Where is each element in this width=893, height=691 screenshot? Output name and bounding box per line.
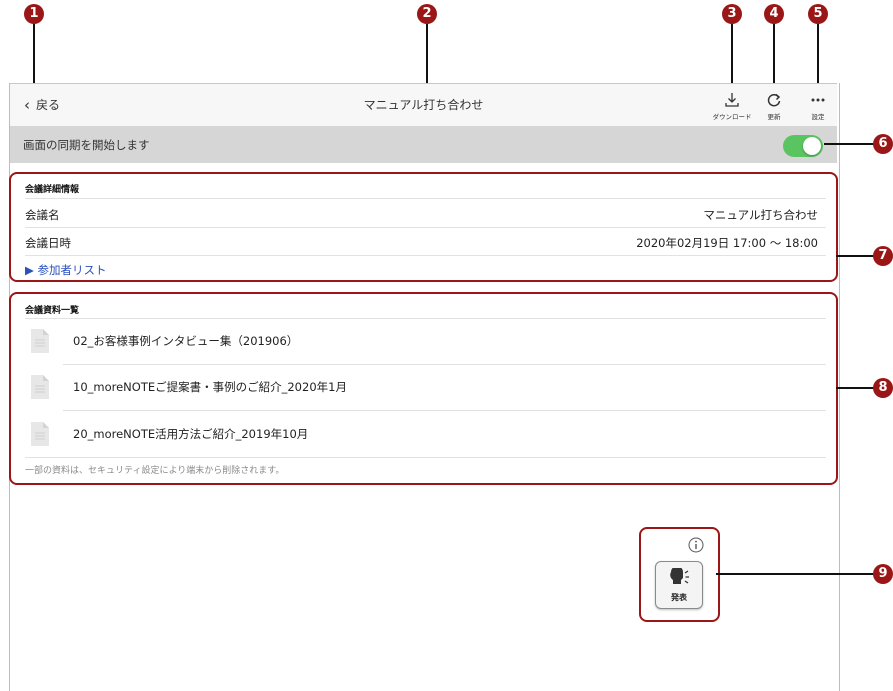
screen-sync-toggle[interactable] bbox=[783, 135, 823, 157]
meeting-datetime-label: 会議日時 bbox=[25, 236, 71, 250]
materials-deletion-note: 一部の資料は、セキュリティ設定により端末から削除されます。 bbox=[25, 466, 285, 476]
document-icon bbox=[31, 422, 49, 446]
document-icon bbox=[31, 375, 49, 399]
divider bbox=[25, 227, 826, 228]
callout-marker-3: 3 bbox=[722, 4, 742, 24]
divider bbox=[25, 457, 826, 458]
meeting-name-value: マニュアル打ち合わせ bbox=[703, 208, 818, 222]
refresh-icon bbox=[751, 90, 797, 110]
settings-button[interactable]: 設定 bbox=[795, 90, 841, 121]
divider bbox=[63, 364, 826, 365]
refresh-button[interactable]: 更新 bbox=[751, 90, 797, 121]
download-icon bbox=[709, 90, 755, 110]
toggle-knob bbox=[803, 137, 821, 155]
document-item[interactable]: 10_moreNOTEご提案書・事例のご紹介_2020年1月 bbox=[31, 369, 816, 405]
document-name: 20_moreNOTE活用方法ご紹介_2019年10月 bbox=[73, 427, 309, 441]
info-icon[interactable] bbox=[688, 537, 704, 553]
leader-line-7 bbox=[836, 255, 876, 257]
speaker-icon bbox=[670, 568, 689, 584]
callout-marker-1: 1 bbox=[24, 4, 44, 24]
more-icon bbox=[795, 90, 841, 110]
screen-sync-label: 画面の同期を開始します bbox=[23, 138, 150, 152]
download-button[interactable]: ダウンロード bbox=[709, 90, 755, 121]
leader-line-4 bbox=[773, 24, 775, 86]
callout-marker-6: 6 bbox=[873, 134, 893, 154]
participants-list-link[interactable]: ▶ 参加者リスト bbox=[25, 262, 107, 278]
document-item[interactable]: 20_moreNOTE活用方法ご紹介_2019年10月 bbox=[31, 416, 816, 452]
meeting-materials-panel: 会議資料一覧 02_お客様事例インタビュー集（201906） 10_moreNO… bbox=[9, 292, 838, 485]
meeting-name-row: 会議名 マニュアル打ち合わせ bbox=[25, 207, 818, 223]
callout-marker-7: 7 bbox=[873, 246, 893, 266]
document-name: 02_お客様事例インタビュー集（201906） bbox=[73, 334, 299, 348]
document-item[interactable]: 02_お客様事例インタビュー集（201906） bbox=[31, 323, 816, 359]
leader-line-6 bbox=[824, 143, 876, 145]
download-label: ダウンロード bbox=[712, 113, 752, 121]
meeting-name-label: 会議名 bbox=[25, 208, 60, 222]
leader-line-3 bbox=[731, 24, 733, 86]
present-button[interactable]: 発表 bbox=[655, 561, 703, 609]
callout-marker-2: 2 bbox=[417, 4, 437, 24]
document-name: 10_moreNOTEご提案書・事例のご紹介_2020年1月 bbox=[73, 380, 347, 394]
callout-marker-8: 8 bbox=[873, 378, 893, 398]
navigation-bar: ‹ 戻る マニュアル打ち合わせ ダウンロード 更新 設定 bbox=[10, 83, 837, 126]
callout-marker-4: 4 bbox=[764, 4, 784, 24]
callout-marker-5: 5 bbox=[808, 4, 828, 24]
divider bbox=[25, 318, 826, 319]
meeting-details-panel: 会議詳細情報 会議名 マニュアル打ち合わせ 会議日時 2020年02月19日 1… bbox=[9, 172, 838, 282]
leader-line-5 bbox=[817, 24, 819, 86]
meeting-datetime-row: 会議日時 2020年02月19日 17:00 ～ 18:00 bbox=[25, 235, 818, 251]
divider bbox=[63, 410, 826, 411]
present-label: 発表 bbox=[671, 593, 687, 602]
settings-label: 設定 bbox=[811, 113, 825, 121]
divider bbox=[25, 255, 826, 256]
screen-sync-bar: 画面の同期を開始します bbox=[10, 126, 837, 163]
refresh-label: 更新 bbox=[767, 113, 781, 121]
leader-line-2 bbox=[426, 24, 428, 92]
meeting-datetime-value: 2020年02月19日 17:00 ～ 18:00 bbox=[636, 236, 818, 250]
materials-heading: 会議資料一覧 bbox=[25, 306, 80, 316]
meeting-details-heading: 会議詳細情報 bbox=[25, 185, 80, 195]
leader-line-8 bbox=[836, 387, 876, 389]
callout-marker-9: 9 bbox=[873, 564, 893, 584]
document-icon bbox=[31, 329, 49, 353]
divider bbox=[25, 198, 826, 199]
leader-line-9 bbox=[716, 573, 876, 575]
